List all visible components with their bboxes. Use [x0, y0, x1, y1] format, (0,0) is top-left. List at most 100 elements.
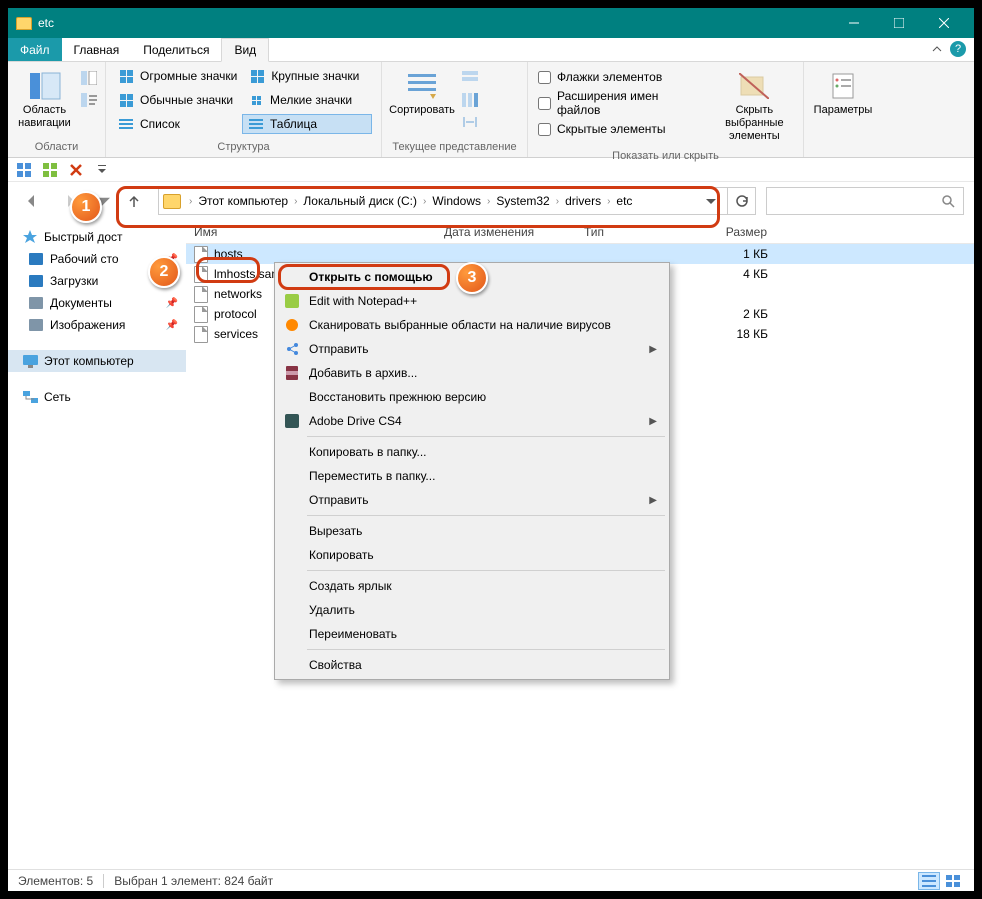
qat-dropdown[interactable]	[92, 160, 112, 180]
ad-icon	[283, 412, 301, 430]
file-row[interactable]: hosts1 КБ	[186, 244, 974, 264]
collapse-ribbon-icon[interactable]	[930, 42, 944, 56]
file-icon	[194, 306, 208, 323]
ctx-item-17[interactable]: Переименовать	[277, 622, 667, 646]
ctx-item-8[interactable]: Копировать в папку...	[277, 440, 667, 464]
minimize-button[interactable]	[831, 8, 876, 38]
bc-3[interactable]: System32	[494, 194, 551, 208]
chk-extensions[interactable]: Расширения имен файлов	[534, 87, 708, 119]
bc-1[interactable]: Локальный диск (C:)	[301, 194, 419, 208]
monitor-icon	[22, 353, 38, 369]
tab-view[interactable]: Вид	[221, 38, 269, 62]
refresh-button[interactable]	[728, 187, 756, 215]
col-date[interactable]: Дата изменения	[436, 225, 576, 239]
qat-details-view[interactable]	[40, 160, 60, 180]
folder-icon	[28, 295, 44, 311]
ctx-item-15[interactable]: Создать ярлык	[277, 574, 667, 598]
folder-icon	[28, 317, 44, 333]
ctx-item-10[interactable]: Отправить▶	[277, 488, 667, 512]
bc-5[interactable]: etc	[614, 194, 634, 208]
sidebar-quick-access[interactable]: Быстрый дост	[8, 226, 186, 248]
chk-item-checkboxes[interactable]: Флажки элементов	[534, 68, 708, 86]
chk-hidden[interactable]: Скрытые элементы	[534, 120, 708, 138]
file-icon	[194, 286, 208, 303]
layout-large[interactable]: Крупные значки	[243, 66, 373, 86]
col-type[interactable]: Тип	[576, 225, 686, 239]
group-label-panes: Области	[14, 139, 99, 153]
maximize-button[interactable]	[876, 8, 921, 38]
back-button[interactable]	[18, 187, 46, 215]
ctx-item-3[interactable]: Отправить▶	[277, 337, 667, 361]
folder-icon	[163, 194, 181, 209]
sidebar: Быстрый дост Рабочий сто📌Загрузки📌Докуме…	[8, 220, 186, 869]
badge-3: 3	[456, 262, 488, 294]
status-count: Элементов: 5	[18, 874, 93, 888]
qat-delete[interactable]	[66, 160, 86, 180]
sidebar-network[interactable]: Сеть	[8, 386, 186, 408]
titlebar: etc	[8, 8, 974, 38]
search-input[interactable]	[766, 187, 964, 215]
hide-selected-button[interactable]: Скрыть выбранные элементы	[712, 66, 797, 148]
hide-icon	[738, 70, 770, 102]
layout-list[interactable]: Список	[112, 114, 242, 134]
options-icon	[827, 70, 859, 102]
ctx-item-9[interactable]: Переместить в папку...	[277, 464, 667, 488]
chevron-right-icon: ▶	[649, 416, 657, 427]
layout-huge[interactable]: Огромные значки	[112, 66, 243, 86]
address-row: › Этот компьютер› Локальный диск (C:)› W…	[8, 182, 974, 220]
nav-pane-icon	[29, 70, 61, 102]
pin-icon: 📌	[166, 298, 178, 309]
quick-access	[8, 158, 974, 182]
nav-pane-button[interactable]: Область навигации	[14, 66, 75, 134]
ctx-item-19[interactable]: Свойства	[277, 653, 667, 677]
ctx-item-5[interactable]: Восстановить прежнюю версию	[277, 385, 667, 409]
ctx-item-4[interactable]: Добавить в архив...	[277, 361, 667, 385]
options-button[interactable]: Параметры	[810, 66, 876, 121]
status-view-icons[interactable]	[942, 872, 964, 890]
bc-0[interactable]: Этот компьютер	[196, 194, 290, 208]
layout-normal[interactable]: Обычные значки	[112, 90, 242, 110]
tab-share[interactable]: Поделиться	[131, 38, 221, 61]
sidebar-this-pc[interactable]: Этот компьютер	[8, 350, 186, 372]
ctx-item-2[interactable]: Сканировать выбранные области на наличие…	[277, 313, 667, 337]
group-label-layout: Структура	[112, 139, 375, 153]
status-bar: Элементов: 5 Выбран 1 элемент: 824 байт	[8, 869, 974, 891]
qat-icons-view[interactable]	[14, 160, 34, 180]
sidebar-item-2[interactable]: Документы📌	[8, 292, 186, 314]
folder-icon	[28, 273, 44, 289]
sort-button[interactable]: Сортировать	[388, 66, 456, 121]
tab-main[interactable]: Главная	[62, 38, 132, 61]
tab-file[interactable]: Файл	[8, 38, 62, 61]
preview-pane-button[interactable]	[79, 68, 99, 88]
sidebar-item-3[interactable]: Изображения📌	[8, 314, 186, 336]
breadcrumb[interactable]: › Этот компьютер› Локальный диск (C:)› W…	[158, 187, 728, 215]
group-label-view: Текущее представление	[388, 139, 521, 153]
groupby-button[interactable]	[460, 68, 480, 88]
bc-drop[interactable]	[699, 196, 723, 206]
addcolumn-button[interactable]	[460, 90, 480, 110]
ctx-item-6[interactable]: Adobe Drive CS4▶	[277, 409, 667, 433]
folder-icon	[16, 17, 32, 30]
bc-2[interactable]: Windows	[430, 194, 483, 208]
group-label-show: Показать или скрыть	[534, 148, 797, 162]
col-name[interactable]: Имя	[186, 225, 436, 239]
column-headers[interactable]: Имя Дата изменения Тип Размер	[186, 220, 974, 244]
layout-small[interactable]: Мелкие значки	[242, 90, 372, 110]
close-button[interactable]	[921, 8, 966, 38]
up-button[interactable]	[120, 187, 148, 215]
ctx-item-13[interactable]: Копировать	[277, 543, 667, 567]
autosize-button[interactable]	[460, 112, 480, 132]
help-icon[interactable]: ?	[950, 41, 966, 57]
col-size[interactable]: Размер	[686, 225, 776, 239]
layout-table[interactable]: Таблица	[242, 114, 372, 134]
network-icon	[22, 389, 38, 405]
status-view-details[interactable]	[918, 872, 940, 890]
details-pane-button[interactable]	[79, 90, 99, 110]
av-icon	[283, 316, 301, 334]
status-selection: Выбран 1 элемент: 824 байт	[114, 874, 273, 888]
ctx-item-16[interactable]: Удалить	[277, 598, 667, 622]
sort-icon	[406, 70, 438, 102]
ctx-item-12[interactable]: Вырезать	[277, 519, 667, 543]
search-icon	[941, 194, 955, 208]
bc-4[interactable]: drivers	[563, 194, 603, 208]
